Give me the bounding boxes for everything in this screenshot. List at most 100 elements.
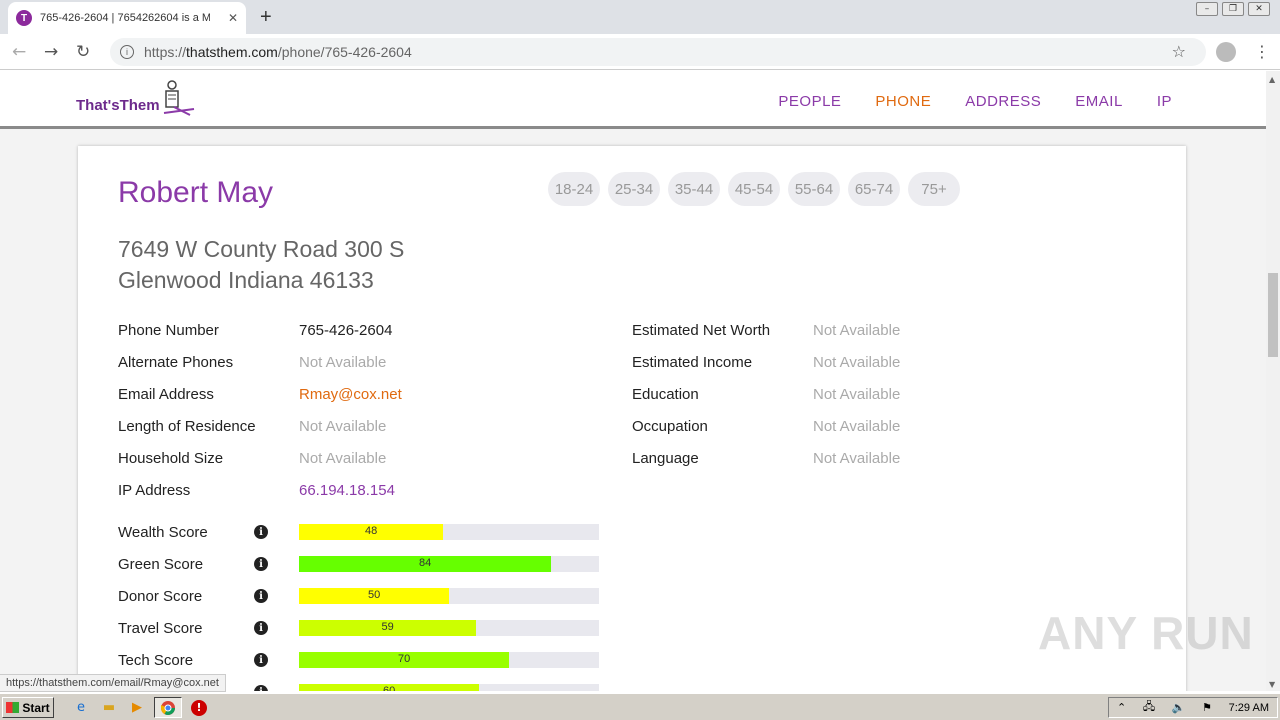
- quick-launch: e ▬ ▶ !: [70, 697, 210, 718]
- detail-row-income: Estimated Income Not Available: [632, 346, 900, 378]
- education-value: Not Available: [813, 385, 901, 403]
- window-controls: – ❐ ✕: [1196, 2, 1270, 16]
- thatsthem-favicon-icon: T: [16, 10, 32, 26]
- ip-link[interactable]: 66.194.18.154: [299, 482, 395, 499]
- detail-label: Occupation: [632, 417, 708, 435]
- address-line-2: Glenwood Indiana 46133: [118, 267, 374, 293]
- detail-row-net-worth: Estimated Net Worth Not Available: [632, 314, 900, 346]
- scroll-up-arrow-icon[interactable]: ▲: [1269, 75, 1275, 84]
- person-name[interactable]: Robert May: [118, 176, 273, 210]
- close-window-icon[interactable]: ✕: [1248, 2, 1270, 16]
- nav-email[interactable]: EMAIL: [1075, 93, 1123, 110]
- score-bar-track: 50: [299, 588, 599, 604]
- detail-label: Alternate Phones: [118, 353, 234, 371]
- profile-avatar-icon[interactable]: [1216, 42, 1236, 62]
- system-tray: ⌃ 🖧 🔈 ⚑ 7:29 AM: [1108, 697, 1278, 718]
- info-icon[interactable]: i: [254, 653, 268, 667]
- nav-address[interactable]: ADDRESS: [965, 93, 1041, 110]
- page-viewport: That'sThem PEOPLE PHONE ADDRESS EMAIL IP…: [0, 71, 1266, 691]
- site-info-icon[interactable]: i: [120, 45, 134, 59]
- info-icon[interactable]: i: [254, 685, 268, 691]
- person-address[interactable]: 7649 W County Road 300 S Glenwood Indian…: [118, 234, 404, 296]
- detail-label: Household Size: [118, 449, 224, 467]
- detail-row-household: Household Size Not Available: [118, 442, 402, 474]
- network-icon[interactable]: 🖧: [1143, 698, 1155, 717]
- site-header: That'sThem PEOPLE PHONE ADDRESS EMAIL IP: [0, 71, 1266, 129]
- forward-arrow-icon[interactable]: →: [44, 42, 58, 62]
- score-row: Green Score i 84: [118, 548, 599, 580]
- menu-kebab-icon[interactable]: ⋮: [1254, 42, 1270, 61]
- info-icon[interactable]: i: [254, 525, 268, 539]
- score-label: Travel Score: [118, 619, 203, 637]
- detail-label: Phone Number: [118, 321, 219, 339]
- info-icon[interactable]: i: [254, 589, 268, 603]
- score-row: Wealth Score i 48: [118, 516, 599, 548]
- score-label: Tech Score: [118, 651, 194, 669]
- restore-icon[interactable]: ❐: [1222, 2, 1244, 16]
- detail-label: Length of Residence: [118, 417, 256, 435]
- url-text: https://thatsthem.com/phone/765-426-2604: [144, 44, 412, 60]
- score-row: Tech Score i 70: [118, 644, 599, 676]
- nav-phone[interactable]: PHONE: [875, 93, 931, 110]
- bookmark-star-icon[interactable]: ☆: [1172, 42, 1186, 61]
- media-player-icon[interactable]: ▶: [126, 697, 148, 718]
- scroll-thumb[interactable]: [1268, 273, 1278, 357]
- nav-ip[interactable]: IP: [1157, 93, 1172, 110]
- info-icon[interactable]: i: [254, 621, 268, 635]
- details-left-column: Phone Number 765-426-2604 Alternate Phon…: [118, 314, 402, 506]
- anyrun-watermark: ANY RUN: [1038, 607, 1254, 659]
- detail-row-occupation: Occupation Not Available: [632, 410, 900, 442]
- occupation-value: Not Available: [813, 417, 901, 435]
- reload-icon[interactable]: ↻: [76, 42, 90, 62]
- age-range-badge: 65-74: [848, 172, 900, 206]
- folder-icon[interactable]: ▬: [98, 697, 120, 718]
- windows-logo-icon: [6, 702, 20, 713]
- detail-label: Language: [632, 449, 699, 467]
- phone-value: 765-426-2604: [299, 321, 393, 339]
- age-range-badge: 45-54: [728, 172, 780, 206]
- ie-icon[interactable]: e: [70, 697, 92, 718]
- address-bar[interactable]: i https://thatsthem.com/phone/765-426-26…: [110, 38, 1206, 66]
- close-tab-icon[interactable]: ✕: [228, 11, 238, 25]
- chrome-icon[interactable]: [154, 697, 182, 718]
- page-scrollbar[interactable]: ▲ ▼: [1266, 71, 1280, 691]
- age-range-badge: 25-34: [608, 172, 660, 206]
- info-icon[interactable]: i: [254, 557, 268, 571]
- detail-row-ip: IP Address 66.194.18.154: [118, 474, 402, 506]
- email-link[interactable]: Rmay@cox.net: [299, 386, 402, 403]
- clock[interactable]: 7:29 AM: [1229, 702, 1269, 714]
- detail-label: IP Address: [118, 481, 191, 499]
- details-right-column: Estimated Net Worth Not Available Estima…: [632, 314, 900, 474]
- start-button[interactable]: Start: [2, 697, 54, 718]
- net-worth-value: Not Available: [813, 321, 901, 339]
- score-label: Wealth Score: [118, 523, 208, 541]
- score-value: 60: [383, 685, 396, 691]
- person-card: Robert May 18-24 25-34 35-44 45-54 55-64…: [78, 146, 1186, 691]
- browser-tab[interactable]: T 765-426-2604 | 7654262604 is a Mo ✕: [8, 2, 246, 34]
- flag-icon[interactable]: ⚑: [1202, 701, 1212, 714]
- score-value: 70: [398, 653, 411, 665]
- back-arrow-icon[interactable]: ←: [12, 42, 26, 62]
- site-logo[interactable]: That'sThem: [76, 97, 160, 114]
- nav-people[interactable]: PEOPLE: [778, 93, 841, 110]
- browser-tabbar: T 765-426-2604 | 7654262604 is a Mo ✕ + …: [0, 0, 1280, 34]
- score-list: Wealth Score i 48 Green Score i 84 Donor Score…: [118, 516, 599, 691]
- score-value: 84: [419, 557, 432, 569]
- new-tab-plus-icon[interactable]: +: [260, 6, 272, 29]
- alt-phones-value: Not Available: [299, 353, 387, 371]
- volume-icon[interactable]: 🔈: [1172, 701, 1186, 714]
- windows-taskbar: Start e ▬ ▶ ! ⌃ 🖧 🔈 ⚑ 7:29 AM: [0, 693, 1280, 720]
- score-row: Travel Score i 59: [118, 612, 599, 644]
- score-value: 48: [365, 525, 378, 537]
- scroll-down-arrow-icon[interactable]: ▼: [1269, 680, 1275, 689]
- detail-label: Estimated Income: [632, 353, 753, 371]
- tray-expand-icon[interactable]: ⌃: [1117, 701, 1126, 714]
- detail-row-education: Education Not Available: [632, 378, 900, 410]
- minimize-icon[interactable]: –: [1196, 2, 1218, 16]
- stop-app-icon[interactable]: !: [188, 697, 210, 718]
- age-range-badge: 55-64: [788, 172, 840, 206]
- score-bar-track: 59: [299, 620, 599, 636]
- score-bar-track: 48: [299, 524, 599, 540]
- detail-row-phone: Phone Number 765-426-2604: [118, 314, 402, 346]
- logo-figure-icon: [163, 80, 195, 116]
